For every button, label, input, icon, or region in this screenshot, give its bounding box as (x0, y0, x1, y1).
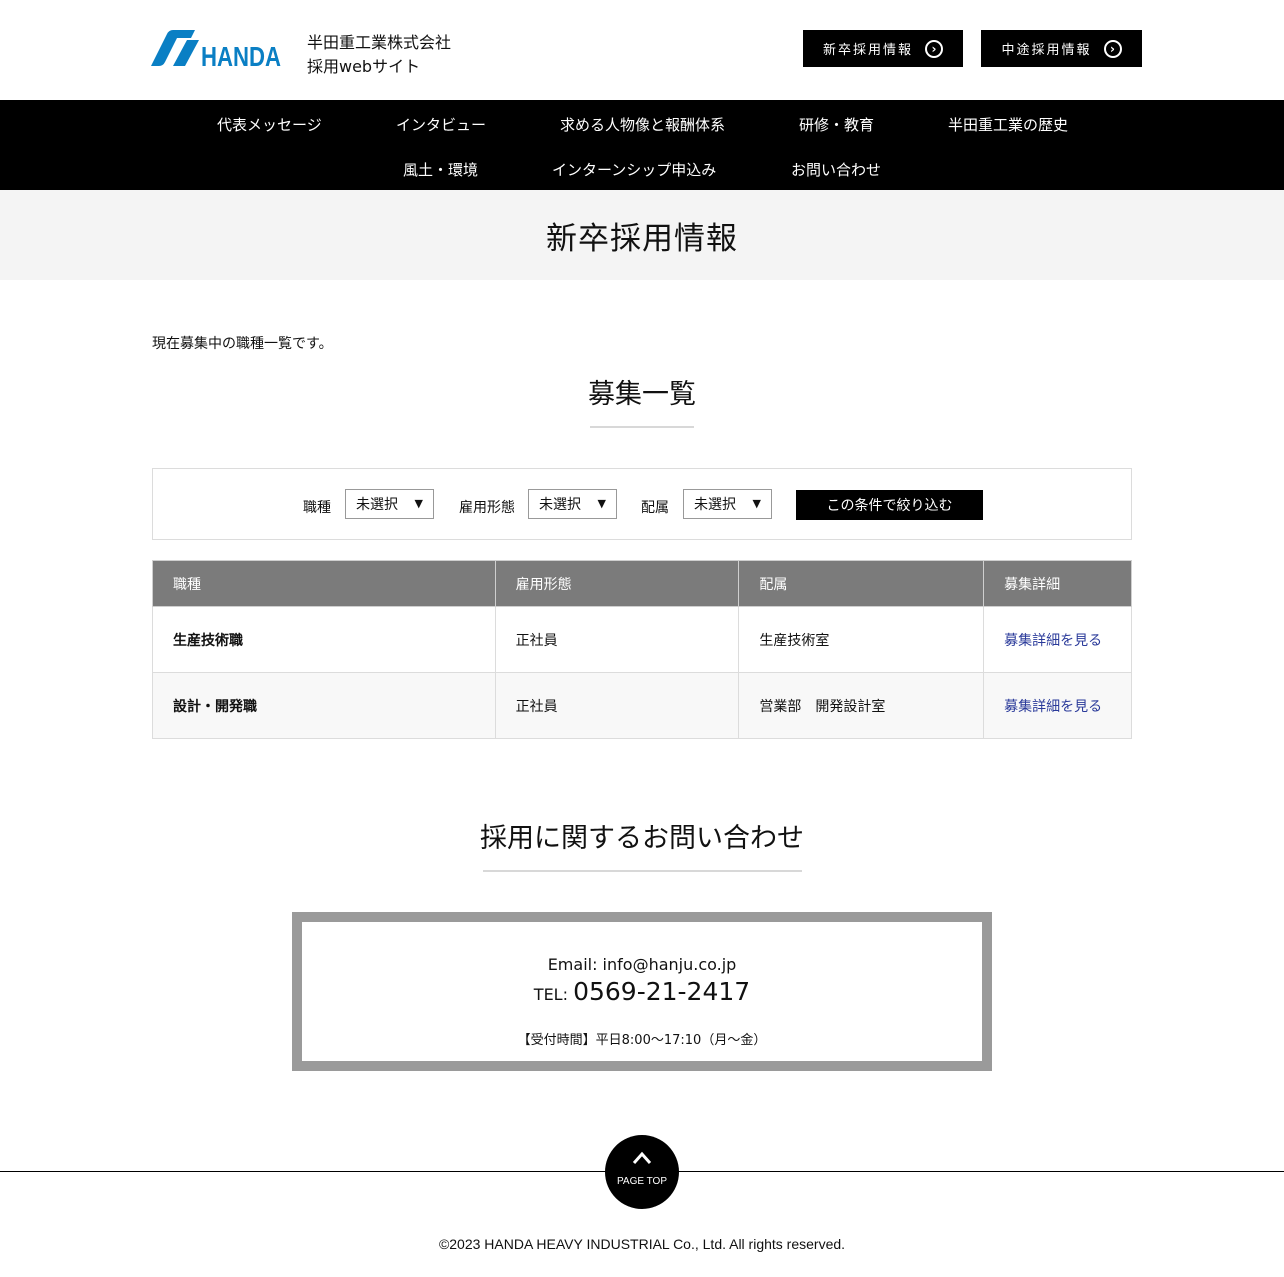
table-row: 生産技術職 正社員 生産技術室 募集詳細を見る (152, 606, 1132, 673)
col-header-department: 配属 (738, 560, 985, 607)
contact-title-underline (483, 870, 802, 872)
col-header-employment: 雇用形態 (494, 560, 740, 607)
contact-hours: 【受付時間】平日8:00～17:10（月～金） (517, 1033, 767, 1048)
filter-employment-select[interactable]: 未選択 ▼ (528, 489, 617, 519)
col-header-job: 職種 (152, 560, 496, 607)
filter-job-value: 未選択 (356, 497, 398, 513)
intro-text: 現在募集中の職種一覧です。 (152, 336, 333, 352)
filter-department-label: 配属 (641, 500, 669, 516)
nav-item-history[interactable]: 半田重工業の歴史 (948, 114, 1068, 135)
contact-tel: TEL: 0569-21-2417 (302, 977, 982, 1006)
filter-employment-label: 雇用形態 (459, 500, 515, 516)
col-header-details: 募集詳細 (983, 560, 1132, 607)
caret-down-icon: ▼ (597, 497, 606, 510)
filter-job-label: 職種 (303, 500, 331, 516)
filter-panel: 職種 未選択 ▼ 雇用形態 未選択 ▼ 配属 未選択 ▼ この条件で絞り込む (152, 468, 1132, 540)
nav-item-interview[interactable]: インタビュー (396, 114, 486, 135)
cell-details: 募集詳細を見る (983, 606, 1132, 673)
details-link[interactable]: 募集詳細を見る (1004, 633, 1102, 649)
caret-down-icon: ▼ (414, 497, 423, 510)
logo-text: HANDA (201, 41, 281, 68)
arrow-right-circle-icon: › (1103, 39, 1122, 58)
chevron-up-icon (632, 1151, 652, 1164)
nav-item-ideal-candidate[interactable]: 求める人物像と報酬体系 (560, 114, 725, 135)
nav-item-internship[interactable]: インターンシップ申込み (552, 159, 716, 180)
nav-item-message[interactable]: 代表メッセージ (217, 114, 322, 135)
arrow-right-circle-icon: › (925, 39, 943, 58)
cell-department: 生産技術室 (738, 606, 985, 673)
copyright: ©2023 HANDA HEAVY INDUSTRIAL Co., Ltd. A… (438, 1236, 846, 1252)
site-header: HANDA 半田重工業株式会社 採用webサイト 新卒採用情報 › 中途採用情報… (0, 0, 1284, 100)
contact-title: 採用に関するお問い合わせ (480, 823, 804, 854)
nav-item-culture[interactable]: 風土・環境 (403, 159, 478, 180)
company-name: 半田重工業株式会社 (307, 33, 452, 52)
handa-logo[interactable]: HANDA (147, 30, 282, 68)
cell-employment: 正社員 (494, 606, 740, 673)
tel-label: TEL: (533, 985, 568, 1004)
table-row: 設計・開発職 正社員 営業部 開発設計室 募集詳細を見る (152, 672, 1132, 739)
midcareer-recruit-button[interactable]: 中途採用情報 › (981, 30, 1142, 67)
main-nav: 代表メッセージ インタビュー 求める人物像と報酬体系 研修・教育 半田重工業の歴… (0, 100, 1284, 190)
cell-department: 営業部 開発設計室 (738, 672, 985, 739)
filter-submit-button[interactable]: この条件で絞り込む (796, 490, 983, 520)
caret-down-icon: ▼ (752, 497, 761, 510)
details-link[interactable]: 募集詳細を見る (1004, 699, 1102, 715)
page-top-label: PAGE TOP (616, 1176, 668, 1187)
cell-job: 設計・開発職 (152, 672, 496, 739)
contact-email[interactable]: Email: info@hanju.co.jp (302, 955, 982, 974)
company-block: 半田重工業株式会社 採用webサイト (307, 31, 451, 79)
newgrad-recruit-label: 新卒採用情報 (822, 43, 913, 58)
cell-job: 生産技術職 (152, 606, 496, 673)
nav-item-contact[interactable]: お問い合わせ (791, 159, 881, 180)
newgrad-recruit-button[interactable]: 新卒採用情報 › (803, 30, 963, 67)
filter-job-select[interactable]: 未選択 ▼ (345, 489, 434, 519)
list-title: 募集一覧 (588, 379, 696, 410)
tel-number[interactable]: 0569-21-2417 (573, 977, 750, 1006)
page-title: 新卒採用情報 (546, 220, 738, 257)
contact-box: Email: info@hanju.co.jp TEL: 0569-21-241… (292, 912, 992, 1071)
list-title-underline (590, 426, 694, 428)
job-table: 職種 雇用形態 配属 募集詳細 生産技術職 正社員 生産技術室 募集詳細を見る … (152, 560, 1132, 739)
nav-item-training[interactable]: 研修・教育 (799, 114, 874, 135)
cell-employment: 正社員 (494, 672, 740, 739)
table-header-row: 職種 雇用形態 配属 募集詳細 (152, 560, 1132, 607)
page-title-band: 新卒採用情報 (0, 190, 1284, 280)
page-top-button[interactable]: PAGE TOP (605, 1135, 679, 1209)
cell-details: 募集詳細を見る (983, 672, 1132, 739)
filter-department-select[interactable]: 未選択 ▼ (683, 489, 772, 519)
filter-department-value: 未選択 (694, 497, 736, 513)
site-name: 採用webサイト (307, 57, 421, 76)
midcareer-recruit-label: 中途採用情報 (1001, 43, 1092, 58)
filter-employment-value: 未選択 (539, 497, 581, 513)
